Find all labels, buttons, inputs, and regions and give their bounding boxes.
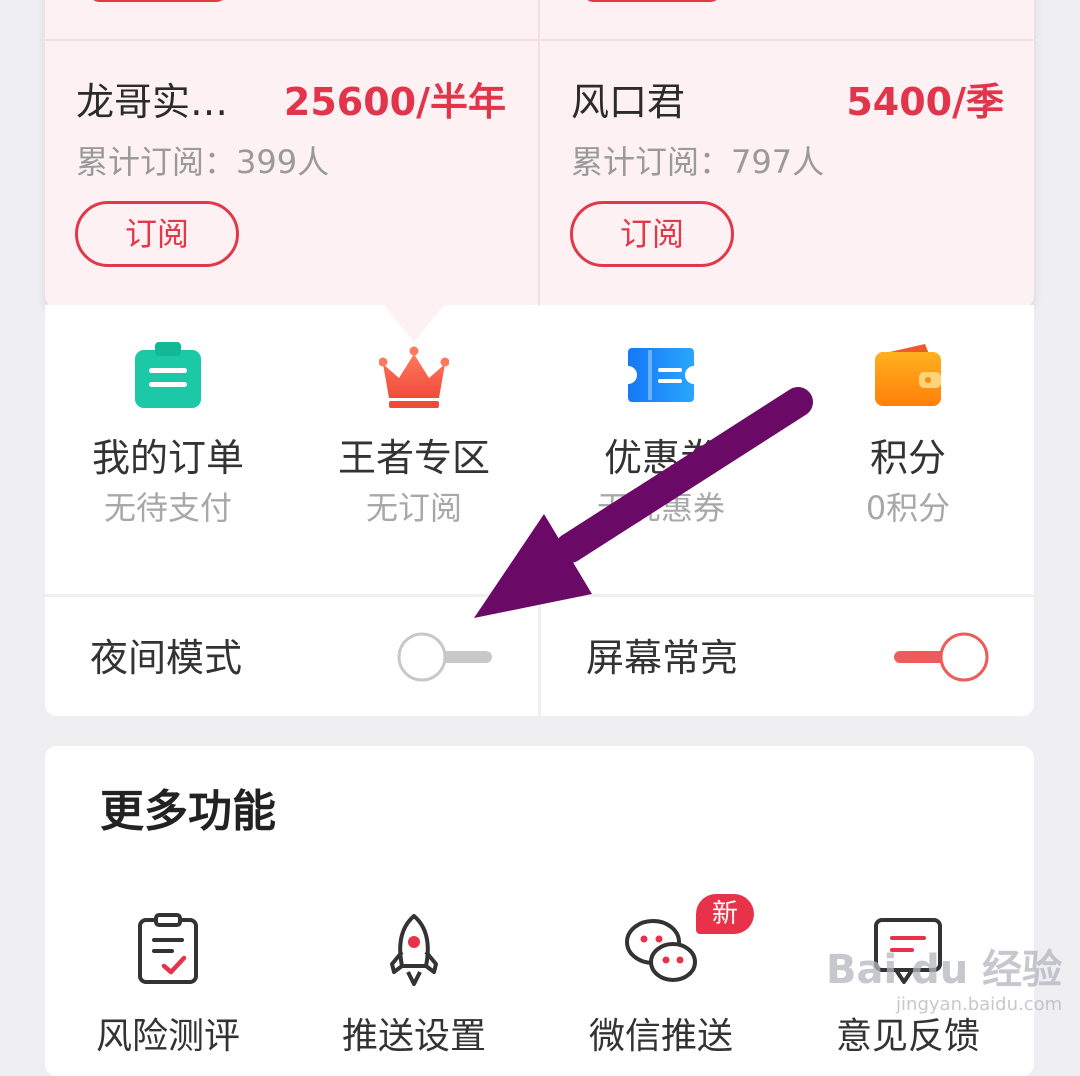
subscription-name[interactable]: 风口君 [571, 80, 685, 124]
function-wechat-push[interactable]: 微信推送 [538, 912, 784, 1060]
crown-icon [378, 340, 450, 410]
function-risk-assessment[interactable]: 风险测评 [45, 912, 291, 1060]
popover-pointer [378, 298, 450, 342]
subscribe-button[interactable]: 订阅 [75, 201, 239, 267]
function-label: 意见反馈 [835, 1016, 980, 1057]
annotation-arrow [474, 387, 813, 618]
quick-action-status: 无待支付 [103, 489, 232, 527]
function-label: 风险测评 [95, 1016, 240, 1057]
watermark-url: jingyan.baidu.com [896, 994, 1063, 1015]
divider [538, 0, 540, 305]
night-mode-toggle[interactable] [396, 632, 496, 682]
subscribe-button-peek[interactable] [582, 0, 722, 2]
more-functions-title: 更多功能 [100, 786, 276, 837]
subscriber-count: 累计订阅：797人 [571, 143, 825, 181]
subscribe-button[interactable]: 订阅 [570, 201, 734, 267]
screen-always-on-label: 屏幕常亮 [586, 636, 739, 680]
orders-clipboard-icon [133, 340, 203, 410]
rocket-icon [376, 912, 452, 988]
subscribe-button-peek[interactable] [88, 0, 228, 2]
watermark-logo-text: Bai du 经验 [826, 947, 1063, 993]
quick-action-label: 我的订单 [91, 436, 244, 480]
function-label: 微信推送 [588, 1016, 733, 1057]
subscription-name[interactable]: 龙哥实… [76, 80, 228, 124]
subscription-price: 5400/季 [846, 80, 1004, 124]
subscription-price: 25600/半年 [283, 80, 506, 124]
night-mode-label: 夜间模式 [90, 636, 243, 680]
baidu-jingyan-watermark: Bai du 经验 jingyan.baidu.com [826, 946, 1062, 1016]
wallet-icon [873, 340, 943, 410]
function-label: 推送设置 [341, 1016, 486, 1057]
subscriber-count: 累计订阅：399人 [76, 143, 330, 181]
wechat-icon [623, 912, 699, 988]
screen-always-on-toggle[interactable] [892, 632, 992, 682]
quick-action-orders[interactable]: 我的订单 无待支付 [45, 340, 291, 528]
risk-assessment-icon [130, 912, 206, 988]
new-badge: 新 [696, 894, 754, 934]
function-push-settings[interactable]: 推送设置 [291, 912, 537, 1060]
